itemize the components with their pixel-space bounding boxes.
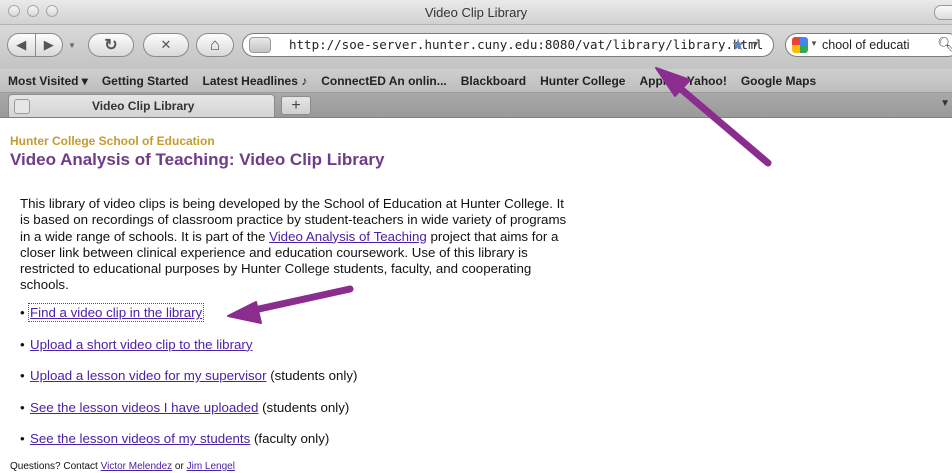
list-item: • Upload a lesson video for my supervisor… [20,368,358,383]
bookmark-latest-headlines[interactable]: Latest Headlines ♪ [203,74,308,88]
list-tabs-icon[interactable]: ▼ [940,98,950,109]
tab-video-clip-library[interactable]: Video Clip Library [8,94,275,117]
site-identity-icon[interactable] [249,37,271,53]
search-icon[interactable]: 🔍︎ [937,36,952,53]
audience-note: (faculty only) [250,431,330,446]
list-item: • Find a video clip in the library [20,303,205,322]
video-analysis-link[interactable]: Video Analysis of Teaching [269,229,427,244]
forward-button[interactable]: ▶ [34,34,63,56]
list-item: • Upload a short video clip to the librar… [20,336,253,352]
search-input[interactable]: chool of educati [822,38,910,52]
stop-icon: ✕ [160,37,172,52]
student-videos-link[interactable]: See the lesson videos of my students [30,431,250,446]
find-clip-link[interactable]: Find a video clip in the library [27,303,205,322]
tab-title: Video Clip Library [92,99,195,113]
history-dropdown-icon[interactable]: ▼ [68,41,76,50]
upload-clip-link[interactable]: Upload a short video clip to the library [30,337,252,352]
tab-strip: Video Clip Library + ▼ [0,93,952,118]
my-uploads-link[interactable]: See the lesson videos I have uploaded [30,400,258,415]
toolbar-toggle-button[interactable] [934,5,952,20]
new-tab-button[interactable]: + [281,96,311,115]
search-bar[interactable]: ▼ chool of educati 🔍︎ [785,33,952,57]
contact-line: Questions? Contact Victor Melendez or Ji… [10,461,235,472]
intro-paragraph: This library of video clips is being dev… [20,196,568,294]
bookmarks-toolbar: Most Visited ▾ Getting Started Latest He… [0,69,952,93]
tab-favicon-icon [14,99,30,114]
url-text[interactable]: http://soe-server.hunter.cuny.edu:8080/v… [289,37,763,52]
navigation-toolbar: ◀ ▶ ▼ ↻ ✕ ⌂ http://soe-server.hunter.cun… [0,25,952,69]
back-button[interactable]: ◀ [8,34,35,56]
audience-note: (students only) [266,368,358,383]
bookmark-hunter-college[interactable]: Hunter College [540,74,625,88]
home-button[interactable]: ⌂ [196,33,234,57]
action-links-list: • Find a video clip in the library • Uploa… [20,303,358,463]
bookmark-google-maps[interactable]: Google Maps [741,74,816,88]
search-engine-dropdown-icon[interactable]: ▼ [810,39,818,48]
search-engine-icon[interactable] [792,37,808,53]
back-forward-group: ◀ ▶ [7,33,63,57]
bookmark-connected[interactable]: ConnectED An onlin... [321,74,447,88]
address-bar[interactable]: http://soe-server.hunter.cuny.edu:8080/v… [242,33,774,57]
bookmark-blackboard[interactable]: Blackboard [461,74,526,88]
bookmark-apple[interactable]: Apple [639,74,672,88]
url-dropdown-icon[interactable]: ▼ [751,39,760,49]
stop-button[interactable]: ✕ [143,33,189,57]
window-titlebar: Video Clip Library [0,0,952,25]
back-arrow-icon: ◀ [16,37,27,52]
bookmark-getting-started[interactable]: Getting Started [102,74,189,88]
forward-arrow-icon: ▶ [43,37,54,52]
audience-note: (students only) [258,399,350,415]
window-title: Video Clip Library [424,5,528,20]
bookmark-most-visited[interactable]: Most Visited ▾ [8,74,88,88]
contact-victor-link[interactable]: Victor Melendez [101,461,173,472]
org-name: Hunter College School of Education [10,134,215,148]
reload-button[interactable]: ↻ [88,33,134,57]
home-icon: ⌂ [209,35,221,54]
bookmark-yahoo[interactable]: Yahoo! [687,74,727,88]
upload-lesson-link[interactable]: Upload a lesson video for my supervisor [30,368,267,383]
bookmark-star-icon[interactable]: ★ [731,35,745,55]
page-content: Hunter College School of Education Video… [0,117,952,473]
page-title: Video Analysis of Teaching: Video Clip L… [10,150,385,169]
contact-jim-link[interactable]: Jim Lengel [187,461,235,472]
reload-icon: ↻ [104,37,118,54]
list-item: • See the lesson videos of my students (f… [20,431,330,446]
list-item: • See the lesson videos I have uploaded (… [20,399,350,415]
